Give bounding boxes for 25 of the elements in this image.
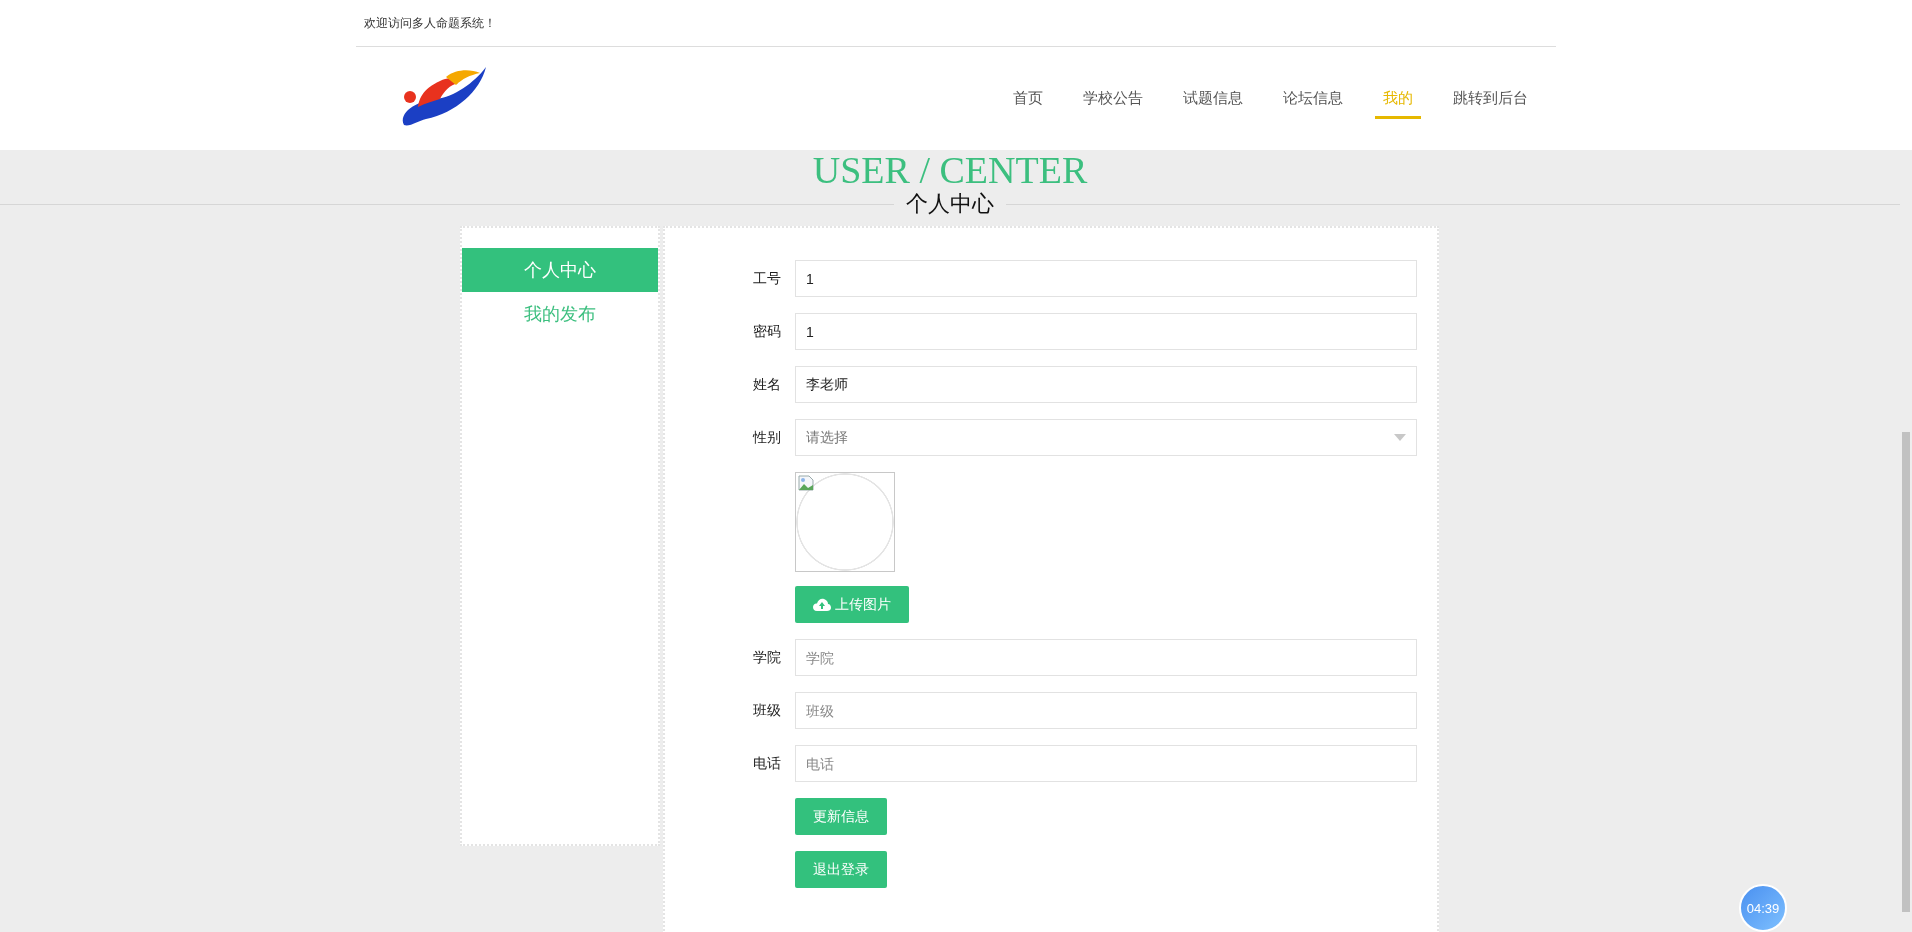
input-field[interactable]: 电话	[795, 745, 1417, 782]
broken-image-icon	[798, 475, 814, 491]
caret-icon	[1394, 434, 1406, 441]
page-title: 个人中心	[905, 190, 995, 218]
nav-link[interactable]: 首页	[993, 78, 1063, 119]
page-title-english: USER / CENTER	[812, 150, 1088, 190]
field-label: 学院	[753, 648, 781, 665]
nav-link[interactable]: 跳转到后台	[1433, 78, 1548, 119]
nav-link[interactable]: 试题信息	[1163, 78, 1263, 119]
nav-link[interactable]: 学校公告	[1063, 78, 1163, 119]
input-field[interactable]: 班级	[795, 692, 1417, 729]
field-label: 姓名	[753, 375, 781, 392]
field-label: 工号	[753, 269, 781, 286]
cloud-upload-icon	[813, 597, 831, 612]
field-label: 性别	[753, 428, 781, 445]
welcome-text: 欢迎访问多人命题系统！	[364, 15, 496, 32]
input-field[interactable]: 学院	[795, 639, 1417, 676]
field-label: 电话	[753, 754, 781, 771]
nav-link[interactable]: 论坛信息	[1263, 78, 1363, 119]
field-label: 班级	[753, 701, 781, 718]
field-label: 密码	[753, 322, 781, 339]
input-field[interactable]: 1	[795, 260, 1417, 297]
input-field[interactable]: 1	[795, 313, 1417, 350]
select-field[interactable]: 请选择	[795, 419, 1417, 456]
input-field[interactable]: 李老师	[795, 366, 1417, 403]
